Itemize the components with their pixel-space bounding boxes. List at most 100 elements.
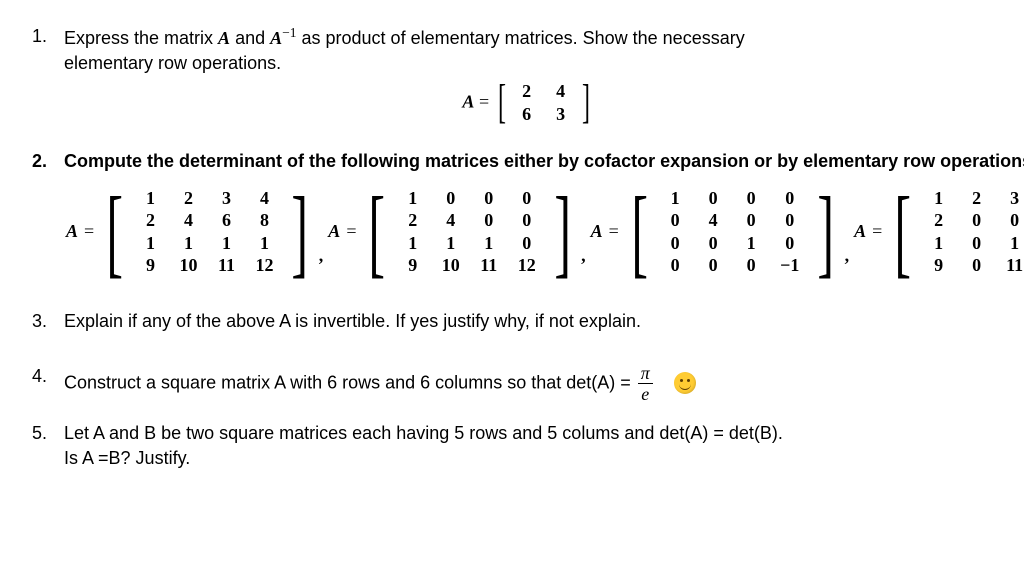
q5-text-a: Let A and B be two square matrices each … xyxy=(64,421,992,446)
matrix-3: [ 1000 0400 0010 000−1 ] xyxy=(623,187,843,277)
fraction-bot: e xyxy=(641,384,649,403)
matrix-label: A xyxy=(854,219,866,244)
matrix-4: [ 1234 2000 1011 901112 ] xyxy=(886,187,1024,277)
cell: 0 xyxy=(958,232,996,255)
cell: 10 xyxy=(169,254,207,277)
problem-number: 3. xyxy=(32,309,64,334)
problem-body: Compute the determinant of the following… xyxy=(64,149,1024,290)
cell: 3 xyxy=(207,187,245,210)
cell: 11 xyxy=(996,254,1024,277)
problem-number: 4. xyxy=(32,364,64,403)
fraction-top: π xyxy=(638,364,653,384)
smiley-icon xyxy=(674,372,696,394)
cell: 0 xyxy=(508,187,546,210)
cell: 9 xyxy=(131,254,169,277)
problem-number: 5. xyxy=(32,421,64,471)
cell: 1 xyxy=(394,187,432,210)
problem-number: 2. xyxy=(32,149,64,290)
cell: 1 xyxy=(470,232,508,255)
problem-body: Construct a square matrix A with 6 rows … xyxy=(64,364,992,403)
cell: 1 xyxy=(996,232,1024,255)
q3-text: Explain if any of the above A is inverti… xyxy=(64,309,992,334)
cell: 2 xyxy=(510,80,544,103)
q1-text-d: elementary row operations. xyxy=(64,51,992,76)
cell: 1 xyxy=(656,187,694,210)
q1-A: A xyxy=(218,28,230,48)
cell: 0 xyxy=(694,254,732,277)
matrix-2: [ 1000 2400 1110 9101112 ] xyxy=(360,187,579,277)
eq-lhs: A xyxy=(462,92,474,112)
cell: 0 xyxy=(732,209,770,232)
cell: 0 xyxy=(656,254,694,277)
cell: 1 xyxy=(131,187,169,210)
cell: 0 xyxy=(656,209,694,232)
cell: 0 xyxy=(770,209,809,232)
problem-1: 1. Express the matrix A and A−1 as produ… xyxy=(32,24,992,131)
q4-text-a: Construct a square matrix A with 6 rows … xyxy=(64,372,636,392)
q1-Ainv-base: A xyxy=(270,28,282,48)
q1-text-b: and xyxy=(230,28,270,48)
cell: 12 xyxy=(245,254,283,277)
cell: 0 xyxy=(958,209,996,232)
cell: 9 xyxy=(394,254,432,277)
problem-4: 4. Construct a square matrix A with 6 ro… xyxy=(32,364,992,403)
matrix-1: [ 1234 2468 1111 9101112 ] xyxy=(98,187,317,277)
comma: , xyxy=(845,243,850,276)
cell: 1 xyxy=(169,232,207,255)
cell: 0 xyxy=(470,209,508,232)
matrix-label: A xyxy=(328,219,340,244)
cell: 1 xyxy=(394,232,432,255)
cell: 3 xyxy=(544,103,578,126)
cell: 8 xyxy=(245,209,283,232)
cell: 12 xyxy=(508,254,546,277)
cell: 1 xyxy=(207,232,245,255)
q1-text-a: Express the matrix xyxy=(64,28,218,48)
cell: 0 xyxy=(770,187,809,210)
cell: 4 xyxy=(544,80,578,103)
cell: 0 xyxy=(958,254,996,277)
matrix-label: A xyxy=(591,219,603,244)
problem-number: 1. xyxy=(32,24,64,131)
cell: 1 xyxy=(245,232,283,255)
cell: 1 xyxy=(732,232,770,255)
cell: 10 xyxy=(432,254,470,277)
cell: 9 xyxy=(920,254,958,277)
matrix-row: A = [ 1234 2468 1111 9101112 ] , A = xyxy=(64,187,1024,277)
q1-text-c: as product of elementary matrices. Show … xyxy=(297,28,745,48)
matrix-label: A xyxy=(66,219,78,244)
problem-3: 3. Explain if any of the above A is inve… xyxy=(32,309,992,334)
matrix-2x2-grid: 24 63 xyxy=(510,80,578,125)
cell: 2 xyxy=(920,209,958,232)
cell: 0 xyxy=(694,232,732,255)
cell: 0 xyxy=(732,187,770,210)
equals: = xyxy=(346,219,356,244)
cell: 2 xyxy=(131,209,169,232)
cell: 2 xyxy=(958,187,996,210)
eq-sign: = xyxy=(474,92,493,112)
cell: 0 xyxy=(470,187,508,210)
cell: −1 xyxy=(770,254,809,277)
cell: 1 xyxy=(920,232,958,255)
cell: 2 xyxy=(394,209,432,232)
cell: 0 xyxy=(432,187,470,210)
cell: 4 xyxy=(245,187,283,210)
cell: 0 xyxy=(770,232,809,255)
q5-text-b: Is A =B? Justify. xyxy=(64,446,992,471)
cell: 0 xyxy=(996,209,1024,232)
problem-body: Express the matrix A and A−1 as product … xyxy=(64,24,992,131)
matrix-2x2: [ 24 63 ] xyxy=(494,80,594,125)
cell: 4 xyxy=(169,209,207,232)
equals: = xyxy=(609,219,619,244)
equals: = xyxy=(872,219,882,244)
cell: 0 xyxy=(508,209,546,232)
cell: 1 xyxy=(131,232,169,255)
q2-text: Compute the determinant of the following… xyxy=(64,149,1024,174)
q1-equation: A = [ 24 63 ] xyxy=(64,80,992,125)
problem-5: 5. Let A and B be two square matrices ea… xyxy=(32,421,992,471)
cell: 6 xyxy=(510,103,544,126)
cell: 11 xyxy=(207,254,245,277)
equals: = xyxy=(84,219,94,244)
cell: 1 xyxy=(432,232,470,255)
comma: , xyxy=(319,243,324,276)
cell: 4 xyxy=(694,209,732,232)
